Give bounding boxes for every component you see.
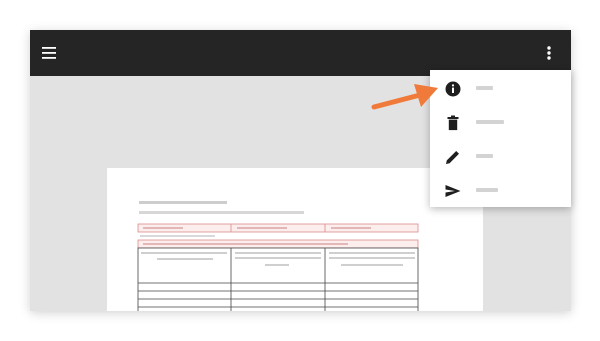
send-icon: [445, 185, 461, 197]
menu-item-label: [476, 188, 498, 192]
annotation-arrow-icon: [371, 84, 438, 110]
more-vert-icon: [547, 46, 551, 60]
doc-title-line: [139, 201, 227, 204]
menu-item-label: [476, 154, 493, 158]
menu-item-label: [476, 120, 504, 124]
menu-item-delete[interactable]: [430, 105, 571, 139]
hamburger-menu-icon: [42, 47, 56, 59]
edit-icon: [446, 151, 459, 164]
menu-item-edit[interactable]: [430, 139, 571, 173]
delete-icon: [447, 115, 459, 131]
document-content: [137, 201, 419, 311]
overflow-menu: [430, 70, 571, 207]
menu-button[interactable]: [36, 40, 62, 66]
menu-item-send[interactable]: [430, 173, 571, 207]
doc-subtitle-line: [139, 211, 304, 214]
more-options-button[interactable]: [536, 40, 562, 66]
menu-item-label: [476, 86, 493, 90]
menu-item-info[interactable]: [430, 71, 571, 105]
document-preview: [107, 168, 483, 311]
table-caption-line: [140, 235, 215, 237]
